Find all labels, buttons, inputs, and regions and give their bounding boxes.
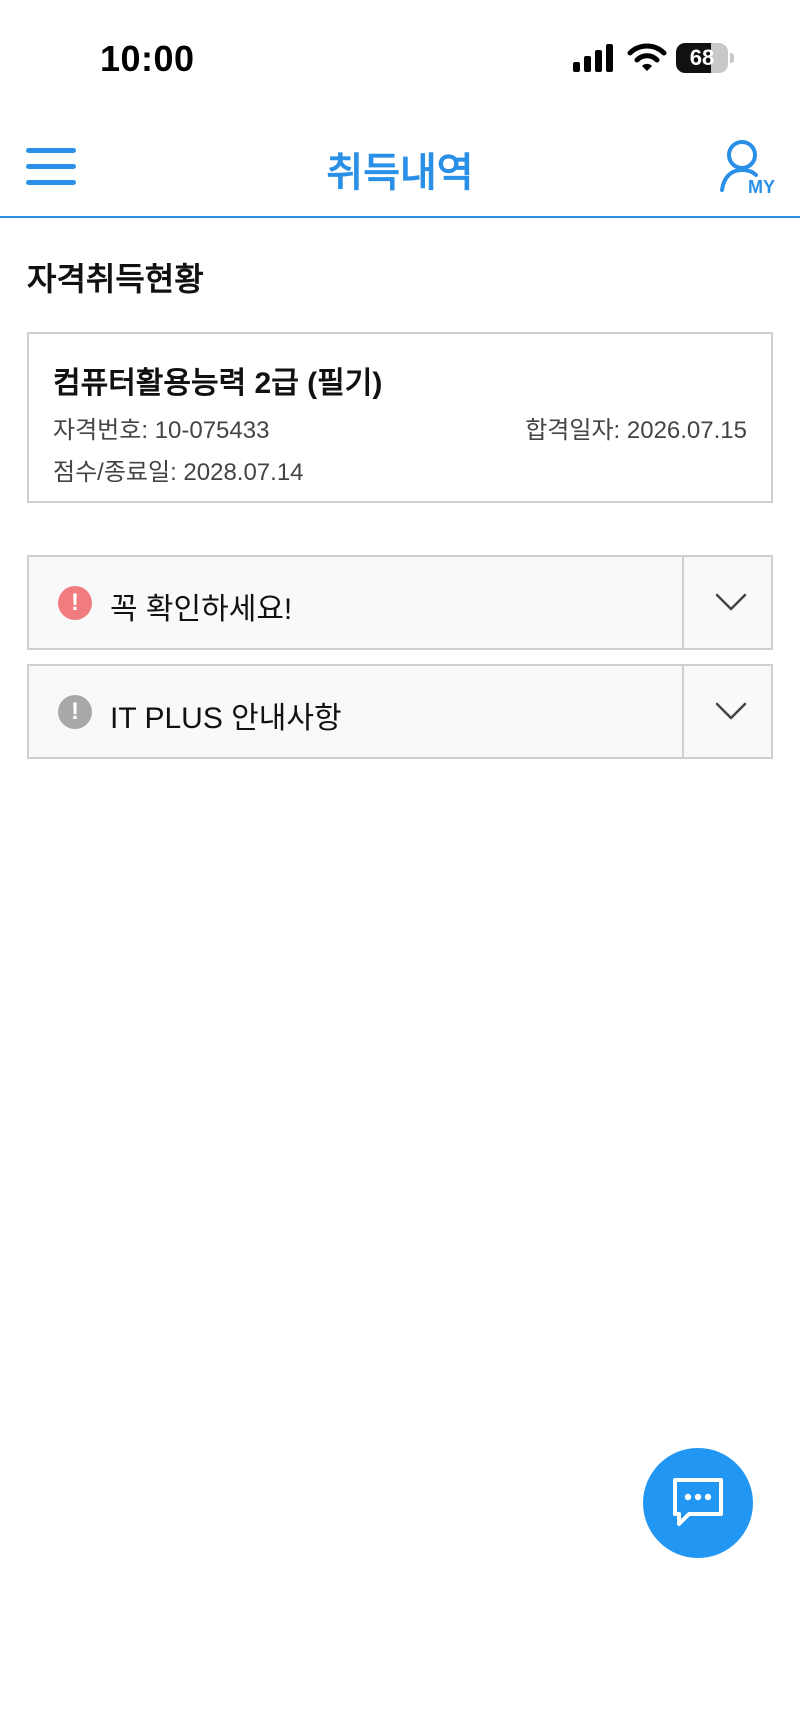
- my-label: MY: [748, 177, 775, 197]
- page: 10:00 68 취득내역 MY 자격취득현황 컴퓨터활용능력 2급 (필기) …: [0, 0, 800, 1735]
- chevron-down-icon[interactable]: [714, 694, 748, 728]
- user-my-icon: MY: [720, 140, 775, 197]
- expiry-date: 점수/종료일: 2028.07.14: [53, 459, 304, 486]
- section-title: 자격취득현황: [27, 261, 204, 297]
- certificate-number: 자격번호: 10-075433: [53, 417, 270, 444]
- signal-icon: [573, 44, 613, 72]
- notice-accordion-it-plus[interactable]: ! IT PLUS 안내사항: [27, 664, 773, 759]
- status-bar: 10:00 68: [0, 0, 800, 110]
- chat-button[interactable]: [643, 1448, 753, 1558]
- wifi-icon: [627, 43, 667, 71]
- accordion-label: 꼭 확인하세요!: [110, 593, 293, 626]
- accordion-label: IT PLUS 안내사항: [110, 702, 342, 735]
- chat-bubble-icon: [673, 1478, 723, 1526]
- notice-accordion-must-check[interactable]: ! 꼭 확인하세요!: [27, 555, 773, 650]
- status-time: 10:00: [100, 38, 195, 79]
- divider: [682, 666, 684, 757]
- app-header: 취득내역 MY: [0, 110, 800, 218]
- certificate-card: 컴퓨터활용능력 2급 (필기) 자격번호: 10-075433 합격일자: 20…: [27, 332, 773, 503]
- pass-date: 합격일자: 2026.07.15: [525, 417, 747, 444]
- battery-icon: 68: [676, 43, 734, 73]
- certificate-name: 컴퓨터활용능력 2급 (필기): [53, 367, 383, 400]
- chevron-down-icon[interactable]: [714, 585, 748, 619]
- page-title: 취득내역: [326, 151, 474, 195]
- alert-icon: !: [58, 586, 92, 620]
- my-page-button[interactable]: MY: [718, 138, 782, 198]
- divider: [682, 557, 684, 648]
- battery-level: 68: [689, 45, 715, 70]
- alert-icon: !: [58, 695, 92, 729]
